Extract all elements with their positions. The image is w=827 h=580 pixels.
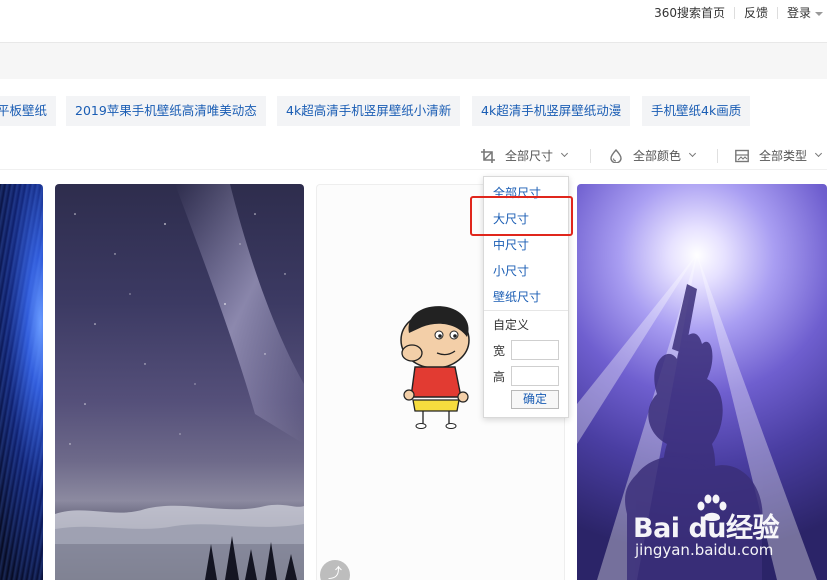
annotation-highlight — [470, 196, 573, 236]
width-label: 宽 — [493, 344, 506, 358]
tag-item[interactable]: 平板壁纸 — [0, 96, 57, 126]
width-input[interactable] — [511, 340, 559, 360]
feedback-link[interactable]: 反馈 — [744, 4, 768, 21]
chevron-down-icon — [688, 149, 697, 158]
page: 360搜索首页 反馈 登录 平板壁纸 2019苹果手机壁纸高清唯美动态 4k超高… — [0, 0, 827, 580]
login-label: 登录 — [786, 6, 811, 20]
chevron-down-icon — [815, 11, 823, 16]
size-option-medium[interactable]: 中尺寸 — [493, 236, 529, 254]
image-icon — [735, 149, 749, 162]
filter-bar: 全部尺寸 全部颜色 全部类型 — [0, 141, 827, 169]
droplet-icon — [610, 148, 622, 163]
height-label: 高 — [493, 370, 506, 384]
related-tags: 平板壁纸 2019苹果手机壁纸高清唯美动态 4k超高清手机竖屏壁纸小清新 4k超… — [0, 96, 827, 126]
chevron-down-icon — [560, 149, 569, 158]
confirm-button[interactable]: 确定 — [511, 390, 559, 409]
color-filter[interactable]: 全部颜色 — [609, 147, 697, 164]
filter-divider — [717, 149, 718, 163]
tag-item[interactable]: 4k超清手机竖屏壁纸动漫 — [472, 96, 631, 126]
search-band — [0, 43, 827, 79]
image-tile[interactable] — [55, 184, 304, 580]
image-tile[interactable] — [0, 184, 43, 580]
baidu-jingyan-watermark: Bai du经验 jingyan.baidu.com — [633, 494, 823, 564]
home-link[interactable]: 360搜索首页 — [654, 4, 725, 21]
filter-divider — [590, 149, 591, 163]
tag-item[interactable]: 4k超高清手机竖屏壁纸小清新 — [277, 96, 461, 126]
size-filter[interactable]: 全部尺寸 — [481, 147, 569, 164]
size-option-wallpaper[interactable]: 壁纸尺寸 — [493, 288, 541, 306]
nav-divider — [776, 6, 778, 19]
size-option-small[interactable]: 小尺寸 — [493, 262, 529, 280]
crop-icon — [481, 148, 495, 163]
type-filter[interactable]: 全部类型 — [735, 147, 823, 164]
dropdown-divider — [484, 310, 568, 311]
watermark-url: jingyan.baidu.com — [635, 541, 774, 559]
top-nav: 360搜索首页 反馈 登录 — [0, 0, 827, 24]
login-link[interactable]: 登录 — [787, 4, 823, 21]
watermark-title: Bai du经验 — [633, 513, 780, 544]
tag-item[interactable]: 2019苹果手机壁纸高清唯美动态 — [66, 96, 266, 126]
height-input[interactable] — [511, 366, 559, 386]
chevron-down-icon — [814, 149, 823, 158]
tag-item[interactable]: 手机壁纸4k画质 — [642, 96, 751, 126]
custom-size-heading: 自定义 — [493, 318, 530, 332]
size-filter-label: 全部尺寸 — [505, 149, 554, 163]
milky-way-image — [55, 184, 304, 580]
color-filter-label: 全部颜色 — [633, 149, 682, 163]
type-filter-label: 全部类型 — [759, 149, 808, 163]
filter-divider-line — [0, 169, 827, 170]
nav-divider — [733, 6, 735, 19]
top-nav-links: 360搜索首页 反馈 登录 — [654, 4, 827, 21]
